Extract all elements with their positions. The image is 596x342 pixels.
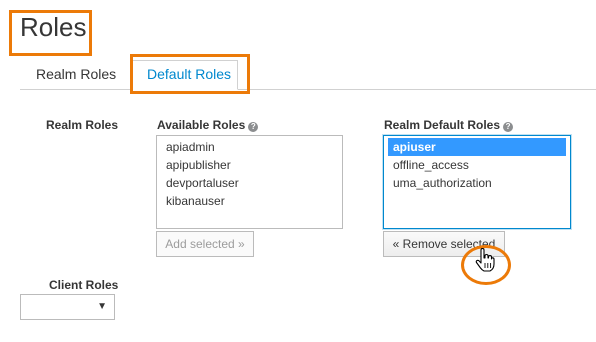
hand-pointer-icon bbox=[475, 248, 495, 272]
list-item[interactable]: devportaluser bbox=[161, 174, 338, 192]
list-item[interactable]: apiadmin bbox=[161, 138, 338, 156]
help-icon[interactable]: ? bbox=[503, 122, 514, 132]
available-roles-label: Available Roles? bbox=[157, 118, 259, 132]
client-roles-select[interactable]: ▼ bbox=[20, 294, 115, 320]
help-icon[interactable]: ? bbox=[248, 122, 259, 132]
list-item[interactable]: offline_access bbox=[388, 156, 566, 174]
title-highlight-box bbox=[9, 10, 92, 56]
available-roles-list[interactable]: apiadmin apipublisher devportaluser kiba… bbox=[156, 135, 343, 229]
realm-default-roles-label-text: Realm Default Roles bbox=[384, 118, 501, 132]
tab-bar: Realm Roles Default Roles bbox=[20, 60, 596, 90]
tab-realm-roles[interactable]: Realm Roles bbox=[36, 66, 116, 82]
list-item-selected[interactable]: apiuser bbox=[388, 138, 566, 156]
list-item[interactable]: apipublisher bbox=[161, 156, 338, 174]
realm-default-roles-label: Realm Default Roles? bbox=[384, 118, 514, 132]
realm-default-roles-list[interactable]: apiuser offline_access uma_authorization bbox=[383, 135, 571, 229]
caret-down-icon: ▼ bbox=[97, 301, 107, 312]
add-selected-button[interactable]: Add selected » bbox=[156, 231, 254, 257]
client-roles-label: Client Roles bbox=[49, 278, 119, 292]
tab-highlight-box bbox=[130, 54, 250, 94]
list-item[interactable]: kibanauser bbox=[161, 192, 338, 210]
available-roles-label-text: Available Roles bbox=[157, 118, 246, 132]
realm-roles-label: Realm Roles bbox=[46, 118, 119, 132]
list-item[interactable]: uma_authorization bbox=[388, 174, 566, 192]
